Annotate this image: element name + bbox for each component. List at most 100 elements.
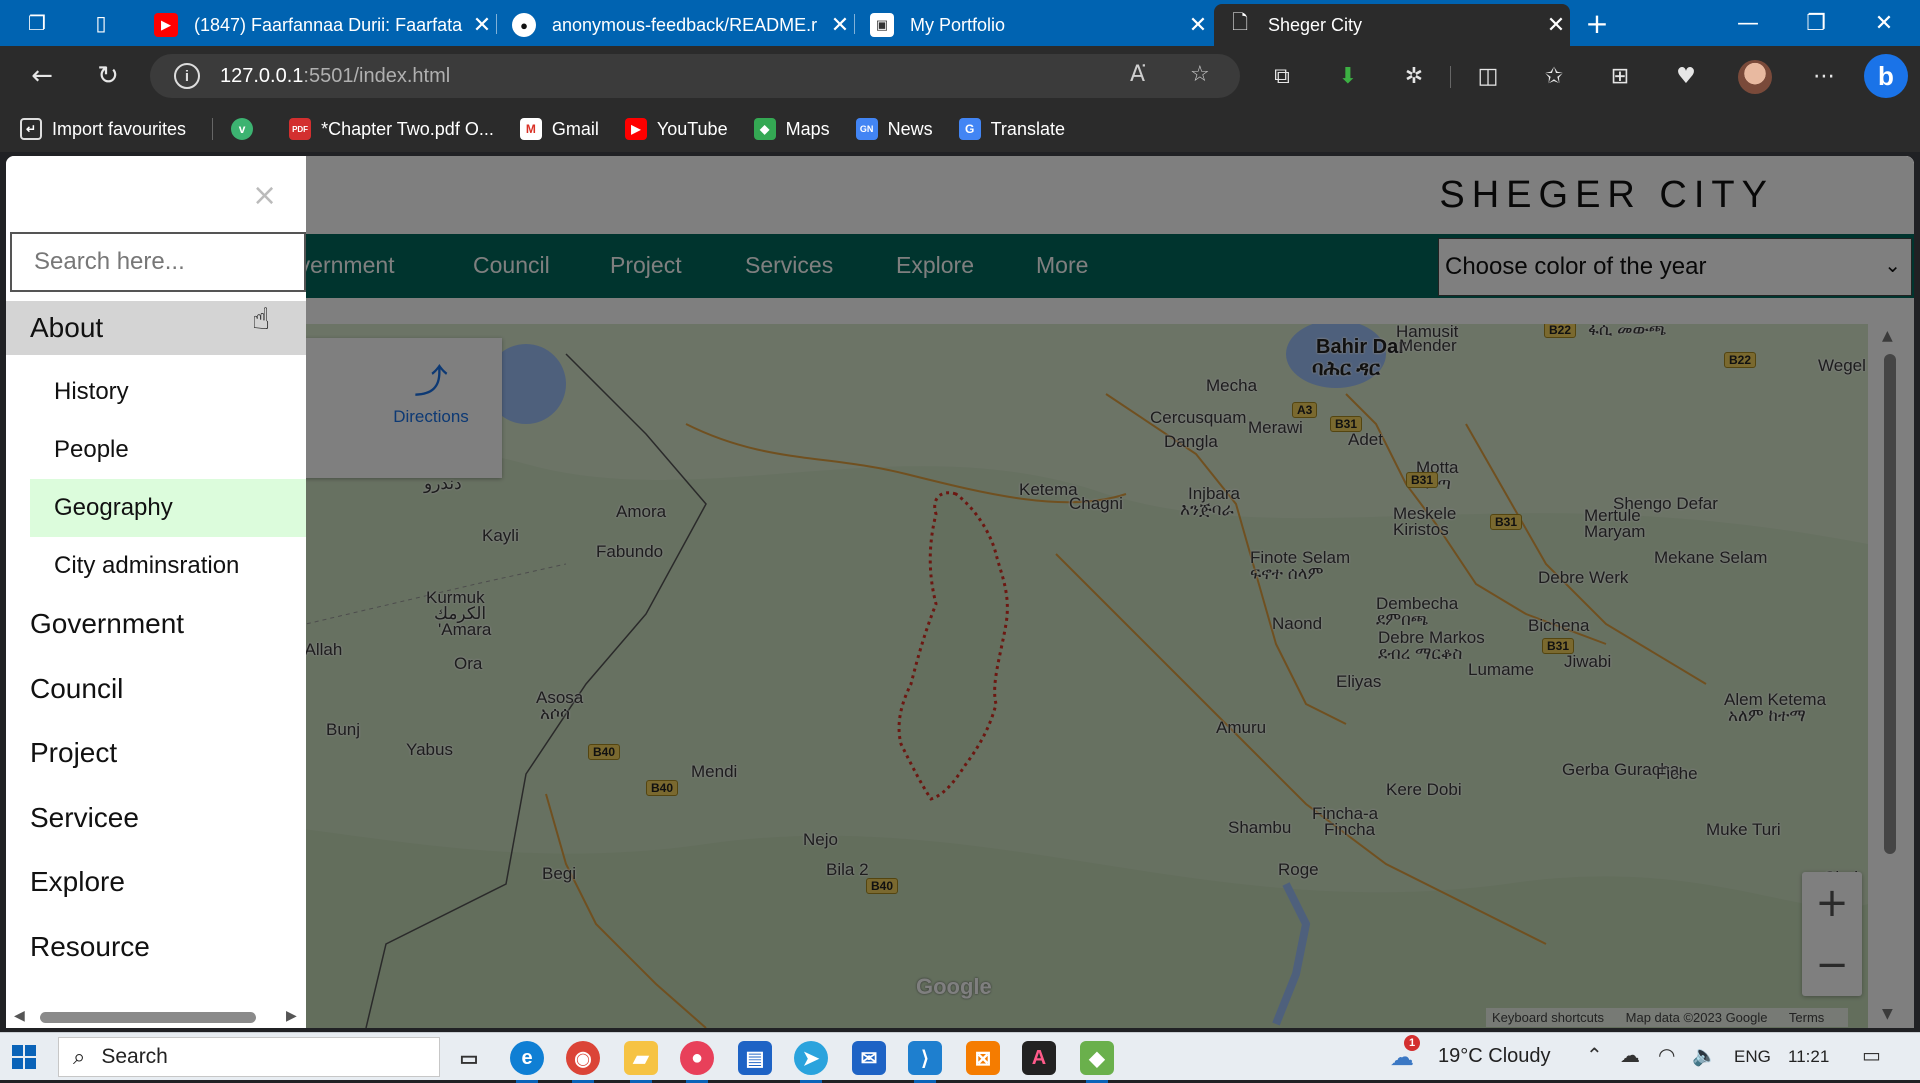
youtube-icon: ▶ [624, 118, 647, 140]
side-navigation: × About History People Geography City ad… [6, 156, 306, 1028]
store-icon[interactable]: ▤ [738, 1041, 772, 1075]
sidebar-subitem-history[interactable]: History [30, 363, 306, 421]
bookmark-maps[interactable]: ◆ Maps [753, 118, 830, 140]
scrollbar-thumb[interactable] [40, 1012, 256, 1023]
telegram-icon[interactable]: ➤ [794, 1041, 828, 1083]
tab-close-icon[interactable]: ✕ [1542, 13, 1570, 38]
sidebar-subitem-people[interactable]: People [30, 421, 306, 479]
youtube-icon: ▶ [154, 13, 178, 37]
bookmark-chapter-two-pdf[interactable]: PDF *Chapter Two.pdf O... [289, 118, 494, 140]
browser-essentials-icon[interactable]: ♥ [1668, 58, 1704, 94]
sidebar-horizontal-scrollbar[interactable]: ◀ ▶ [6, 1006, 306, 1028]
workspaces-icon[interactable]: ❐ [22, 8, 52, 38]
screen-recorder-icon[interactable]: ● [680, 1041, 714, 1083]
bookmark-vivaldi[interactable]: v [231, 118, 263, 140]
tab-separator [496, 14, 497, 34]
close-window-button[interactable]: ✕ [1850, 0, 1918, 46]
collections-icon[interactable]: ⊞ [1602, 58, 1638, 94]
tab-title: (1847) Faarfannaa Durii: Faarfata [194, 14, 463, 35]
tab-close-icon[interactable]: ✕ [468, 13, 496, 38]
favorites-icon[interactable]: ✩ [1536, 58, 1572, 94]
address-bar[interactable]: i 127.0.0.1 :5501/index.html A͘ ☆ [150, 54, 1240, 98]
sidebar-item-project[interactable]: Project [6, 726, 306, 780]
tab-github[interactable]: ● anonymous-feedback/README.r ✕ [498, 4, 854, 46]
vertical-tabs-icon[interactable]: ▯ [86, 8, 116, 38]
tab-portfolio[interactable]: ▣ My Portfolio ✕ [856, 4, 1212, 46]
favorite-star-icon[interactable]: ☆ [1190, 62, 1210, 87]
tab-title: My Portfolio [910, 14, 1006, 35]
close-icon[interactable]: × [252, 178, 277, 213]
tab-youtube[interactable]: ▶ (1847) Faarfannaa Durii: Faarfata ✕ [140, 4, 496, 46]
extensions-icon[interactable]: ✲ [1396, 58, 1432, 94]
onedrive-icon[interactable]: ☁ [1620, 1043, 1640, 1067]
weather-badge: 1 [1404, 1035, 1420, 1051]
bookmark-youtube[interactable]: ▶ YouTube [624, 118, 728, 140]
extension-icon[interactable]: ⧉ [1264, 58, 1300, 94]
tab-separator [854, 14, 855, 34]
windows-start-button[interactable] [12, 1045, 36, 1069]
split-screen-icon[interactable]: ◫ [1470, 58, 1506, 94]
import-icon: ↵ [20, 118, 42, 140]
settings-more-icon[interactable]: ⋯ [1806, 58, 1842, 94]
wifi-icon[interactable]: ◠ [1658, 1043, 1675, 1067]
portfolio-icon: ▣ [870, 13, 894, 37]
file-explorer-icon[interactable]: ▰ [624, 1041, 658, 1083]
xampp-icon[interactable]: ⊠ [966, 1041, 1000, 1075]
search-icon: ⌕ [73, 1044, 86, 1070]
scroll-left-icon[interactable]: ◀ [14, 1008, 25, 1024]
sidebar-item-explore[interactable]: Explore [6, 855, 306, 909]
vscode-icon[interactable]: ⟩ [908, 1041, 942, 1083]
restore-button[interactable]: ❐ [1782, 0, 1850, 46]
url-host: 127.0.0.1 [220, 64, 304, 87]
windows-taskbar: ⌕ Search ▭ e ◉ ▰ ● ▤ ➤ ✉ ⟩ ⊠ A ◆ ☁ 1 19°… [0, 1032, 1920, 1083]
clock[interactable]: 11:21 [1788, 1047, 1829, 1067]
chrome-icon[interactable]: ◉ [566, 1041, 600, 1083]
sidebar-item-resource[interactable]: Resource [6, 920, 306, 974]
read-aloud-icon[interactable]: A͘ [1130, 62, 1145, 87]
bing-copilot-icon[interactable]: b [1864, 54, 1908, 98]
chevron-up-icon[interactable]: ⌃ [1586, 1043, 1603, 1067]
profile-avatar[interactable] [1738, 60, 1772, 94]
scroll-right-icon[interactable]: ▶ [286, 1008, 297, 1024]
task-view-icon[interactable]: ▭ [452, 1041, 486, 1075]
adobe-icon[interactable]: A [1022, 1041, 1056, 1075]
sidebar-search-input[interactable] [10, 232, 306, 292]
notifications-icon[interactable]: ▭ [1862, 1043, 1881, 1067]
language-indicator[interactable]: ENG [1734, 1047, 1771, 1067]
tab-title: anonymous-feedback/README.r [552, 14, 818, 35]
minimize-button[interactable]: — [1714, 0, 1782, 46]
browser-tab-strip: ❐ ▯ ▶ (1847) Faarfannaa Durii: Faarfata … [0, 0, 1920, 46]
bookmark-news[interactable]: GN News [855, 118, 933, 140]
edge-icon[interactable]: e [510, 1041, 544, 1083]
toolbar-separator [1450, 66, 1451, 88]
url-path: :5501/index.html [303, 64, 451, 87]
extra-app-icon[interactable]: ◆ [1080, 1041, 1114, 1083]
bookmark-gmail[interactable]: M Gmail [519, 118, 599, 140]
download-extension-icon[interactable]: ⬇ [1330, 58, 1366, 94]
translate-icon: G [958, 118, 981, 140]
sidebar-subitem-city-administration[interactable]: City adminsration [30, 537, 306, 595]
bookmark-translate[interactable]: G Translate [958, 118, 1065, 140]
volume-icon[interactable]: 🔈 [1692, 1043, 1717, 1067]
bookmark-import-favourites[interactable]: ↵ Import favourites [20, 118, 186, 140]
site-info-icon[interactable]: i [174, 63, 200, 89]
taskbar-search[interactable]: ⌕ Search [58, 1037, 440, 1077]
sidebar-item-government[interactable]: Government [6, 597, 306, 651]
vivaldi-icon: v [231, 118, 254, 140]
sidebar-item-council[interactable]: Council [6, 662, 306, 716]
sidebar-item-servicee[interactable]: Servicee [6, 791, 306, 845]
bookmark-label: Gmail [551, 118, 599, 139]
maps-icon: ◆ [753, 118, 776, 140]
refresh-button[interactable]: ↻ [90, 58, 126, 94]
tab-close-icon[interactable]: ✕ [1184, 13, 1212, 38]
new-tab-button[interactable]: + [1582, 7, 1612, 40]
gmail-icon: M [519, 118, 542, 140]
tab-sheger-city[interactable]: 🗋 Sheger City ✕ [1214, 4, 1570, 46]
weather-text[interactable]: 19°C Cloudy [1438, 1045, 1551, 1068]
tab-close-icon[interactable]: ✕ [826, 13, 854, 38]
back-button[interactable]: ← [24, 58, 60, 94]
bookmark-label: YouTube [656, 118, 728, 139]
sidebar-subitem-geography[interactable]: Geography [30, 479, 306, 537]
mail-icon[interactable]: ✉ [852, 1041, 886, 1075]
browser-toolbar: ← ↻ i 127.0.0.1 :5501/index.html A͘ ☆ ⧉ … [0, 46, 1920, 106]
